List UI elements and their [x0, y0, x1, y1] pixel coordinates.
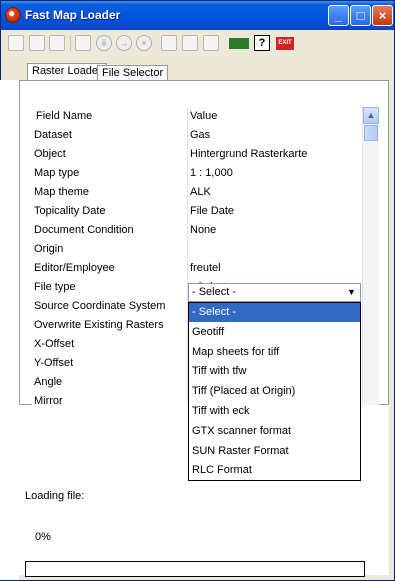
- field-name-cell: Document Condition: [34, 224, 134, 236]
- table-row[interactable]: Editor/Employee freutel: [32, 259, 362, 279]
- value-cell[interactable]: Gas: [190, 126, 358, 145]
- vertical-scrollbar[interactable]: ▲ ▼: [362, 107, 379, 430]
- help-icon[interactable]: ?: [254, 35, 270, 51]
- field-name-cell: Overwrite Existing Rasters: [34, 319, 164, 331]
- flag-icon[interactable]: [203, 35, 219, 51]
- table-row[interactable]: Topicality Date File Date: [32, 202, 362, 222]
- scroll-thumb[interactable]: [364, 125, 378, 141]
- info-circle-icon[interactable]: ii: [96, 35, 112, 51]
- table-row[interactable]: Document Condition None: [32, 221, 362, 241]
- table-row[interactable]: Map type 1 : 1,000: [32, 164, 362, 184]
- toolbar: ii → × ? EXIT: [1, 30, 394, 57]
- progress-icon[interactable]: [229, 38, 249, 49]
- field-name-cell: Source Coordinate System: [34, 300, 166, 312]
- window-title: Fast Map Loader: [25, 8, 121, 22]
- dropdown-option[interactable]: Tiff (Placed at Origin): [189, 382, 360, 401]
- progress-bar: [25, 561, 365, 577]
- exit-icon[interactable]: EXIT: [276, 37, 294, 50]
- field-name-cell: Map theme: [34, 186, 90, 198]
- app-icon: [5, 7, 21, 23]
- field-name-cell: Object: [34, 148, 66, 160]
- field-name-cell: Angle: [34, 376, 63, 388]
- value-cell[interactable]: ALK: [190, 183, 358, 202]
- dropdown-option[interactable]: Tiff with eck: [189, 402, 360, 421]
- field-name-cell: Dataset: [34, 129, 72, 141]
- file-type-dropdown: - Select - Geotiff Map sheets for tiff Tiff…: [188, 302, 361, 481]
- tab-file-selector[interactable]: File Selector: [97, 65, 169, 81]
- pencil-icon[interactable]: [29, 35, 45, 51]
- tool4-icon[interactable]: [75, 35, 91, 51]
- arrow-circle-icon[interactable]: →: [116, 35, 132, 51]
- chart-icon[interactable]: [182, 35, 198, 51]
- chevron-down-icon[interactable]: ▼: [344, 285, 359, 300]
- title-bar[interactable]: Fast Map Loader _ □ ×: [1, 1, 394, 30]
- table-row[interactable]: Dataset Gas: [32, 126, 362, 146]
- field-name-cell: Topicality Date: [34, 205, 106, 217]
- field-name-cell: File type: [34, 281, 76, 293]
- tab-strip: Raster Loader File Selector: [1, 57, 394, 81]
- header-value: Value: [190, 110, 218, 122]
- field-name-cell: X-Offset: [34, 338, 75, 350]
- dropdown-option[interactable]: - Select -: [189, 303, 360, 322]
- loading-label: Loading file:: [25, 490, 85, 502]
- table-row[interactable]: Object Hintergrund Rasterkarte: [32, 145, 362, 165]
- grid-header: Field Name Value: [32, 107, 362, 127]
- minimize-button[interactable]: _: [328, 5, 349, 26]
- dropdown-option[interactable]: SUN Raster Format: [189, 442, 360, 461]
- maximize-button[interactable]: □: [350, 5, 371, 26]
- field-name-cell: Editor/Employee: [34, 262, 115, 274]
- edit-doc-icon[interactable]: [49, 35, 65, 51]
- progress-percent: 0%: [35, 531, 51, 543]
- close-button[interactable]: ×: [372, 5, 393, 26]
- value-cell[interactable]: freutel: [190, 259, 358, 278]
- field-name-cell: Origin: [34, 243, 64, 255]
- value-cell[interactable]: 1 : 1,000: [190, 164, 358, 183]
- file-type-combobox[interactable]: - Select - ▼: [188, 283, 361, 302]
- dropdown-option[interactable]: RLC Format: [189, 461, 360, 480]
- toolbar-separator: [70, 35, 71, 51]
- dropdown-option[interactable]: Map sheets for tiff: [189, 343, 360, 362]
- header-field-name: Field Name: [36, 110, 93, 122]
- scroll-up-icon[interactable]: ▲: [363, 107, 379, 124]
- value-cell[interactable]: Hintergrund Rasterkarte: [190, 145, 358, 164]
- value-cell[interactable]: None: [190, 221, 358, 240]
- tab-raster-loader[interactable]: Raster Loader: [27, 63, 107, 81]
- list-icon[interactable]: [8, 35, 24, 51]
- value-cell[interactable]: File Date: [190, 202, 358, 221]
- field-name-cell: Y-Offset: [34, 357, 74, 369]
- value-cell[interactable]: [190, 240, 358, 259]
- table-row[interactable]: Map theme ALK: [32, 183, 362, 203]
- dropdown-option[interactable]: GTX scanner format: [189, 422, 360, 441]
- dropdown-option[interactable]: Geotiff: [189, 323, 360, 342]
- combo-selected-value: - Select -: [192, 286, 237, 298]
- left-margin: [0, 80, 19, 580]
- dropdown-option[interactable]: Tiff with tfw: [189, 362, 360, 381]
- image-icon[interactable]: [161, 35, 177, 51]
- field-name-cell: Map type: [34, 167, 80, 179]
- cancel-circle-icon[interactable]: ×: [136, 35, 152, 51]
- table-row[interactable]: Origin: [32, 240, 362, 260]
